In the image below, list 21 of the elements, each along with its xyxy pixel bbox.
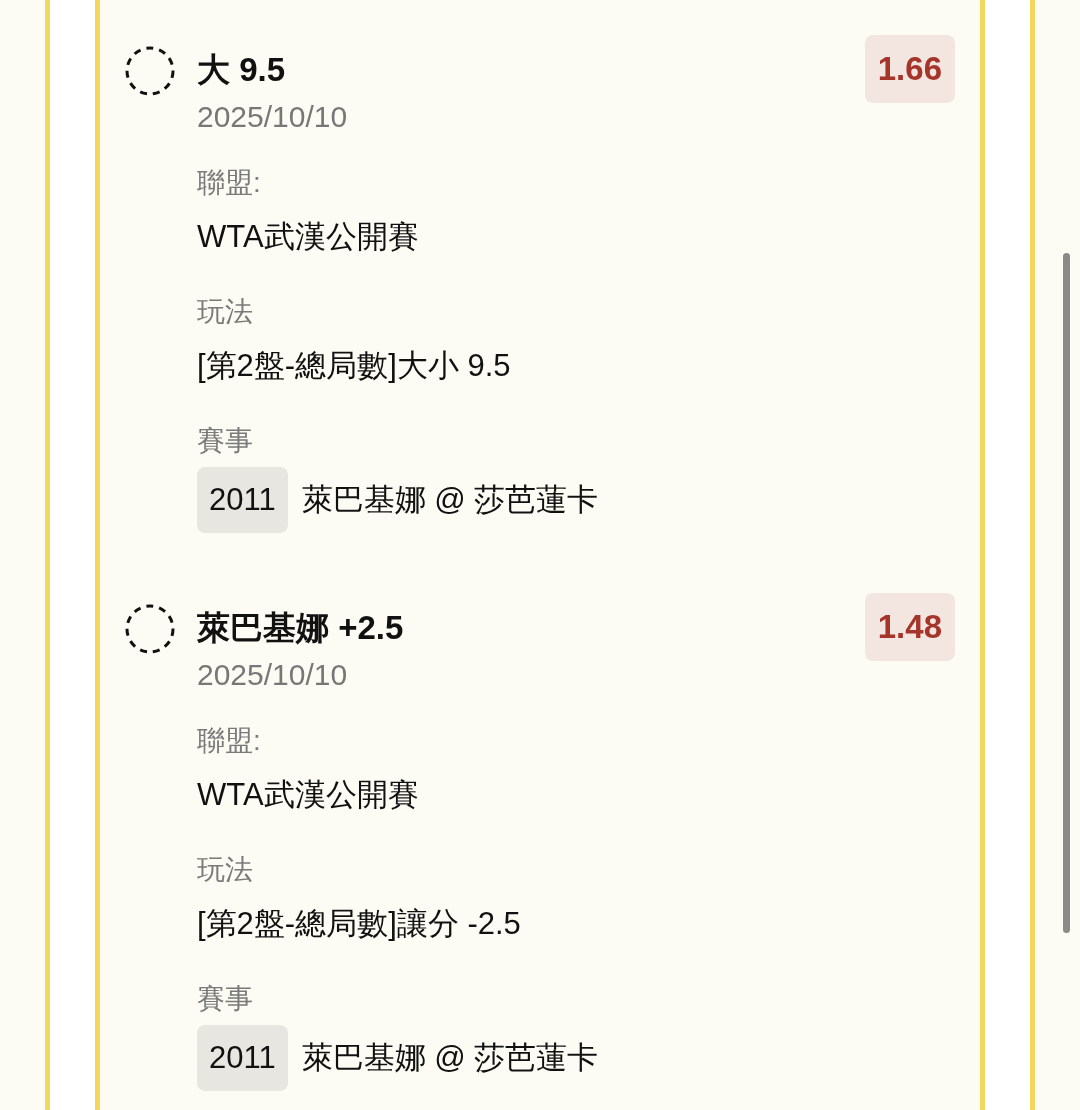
odds-badge: 1.66 xyxy=(864,35,955,103)
field-label: 賽事 xyxy=(197,982,254,1016)
field-value: [第2盤-總局數]大小 9.5 xyxy=(197,347,512,385)
match-teams: 萊巴基娜 @ 莎芭蓮卡 xyxy=(301,1039,599,1077)
odds-badge: 1.48 xyxy=(864,593,955,661)
bet-date: 2025/10/10 xyxy=(197,657,349,693)
field-value: [第2盤-總局數]讓分 -2.5 xyxy=(197,905,522,943)
field-label: 賽事 xyxy=(197,424,254,458)
field-label: 玩法 xyxy=(197,295,254,329)
field-label: 玩法 xyxy=(197,853,254,887)
field-value: WTA武漢公開賽 xyxy=(197,776,420,814)
field-value: WTA武漢公開賽 xyxy=(197,218,420,256)
match-teams: 萊巴基娜 @ 莎芭蓮卡 xyxy=(301,481,599,519)
bet-date: 2025/10/10 xyxy=(197,99,349,135)
field-label: 聯盟: xyxy=(197,724,262,758)
field-label: 聯盟: xyxy=(197,166,262,200)
bet-selection: 萊巴基娜 +2.5 xyxy=(197,608,405,648)
match-code: 2011 xyxy=(197,467,288,533)
bet-selection: 大 9.5 xyxy=(197,50,287,90)
match-code: 2011 xyxy=(197,1025,288,1091)
scrollbar[interactable] xyxy=(1063,253,1070,933)
